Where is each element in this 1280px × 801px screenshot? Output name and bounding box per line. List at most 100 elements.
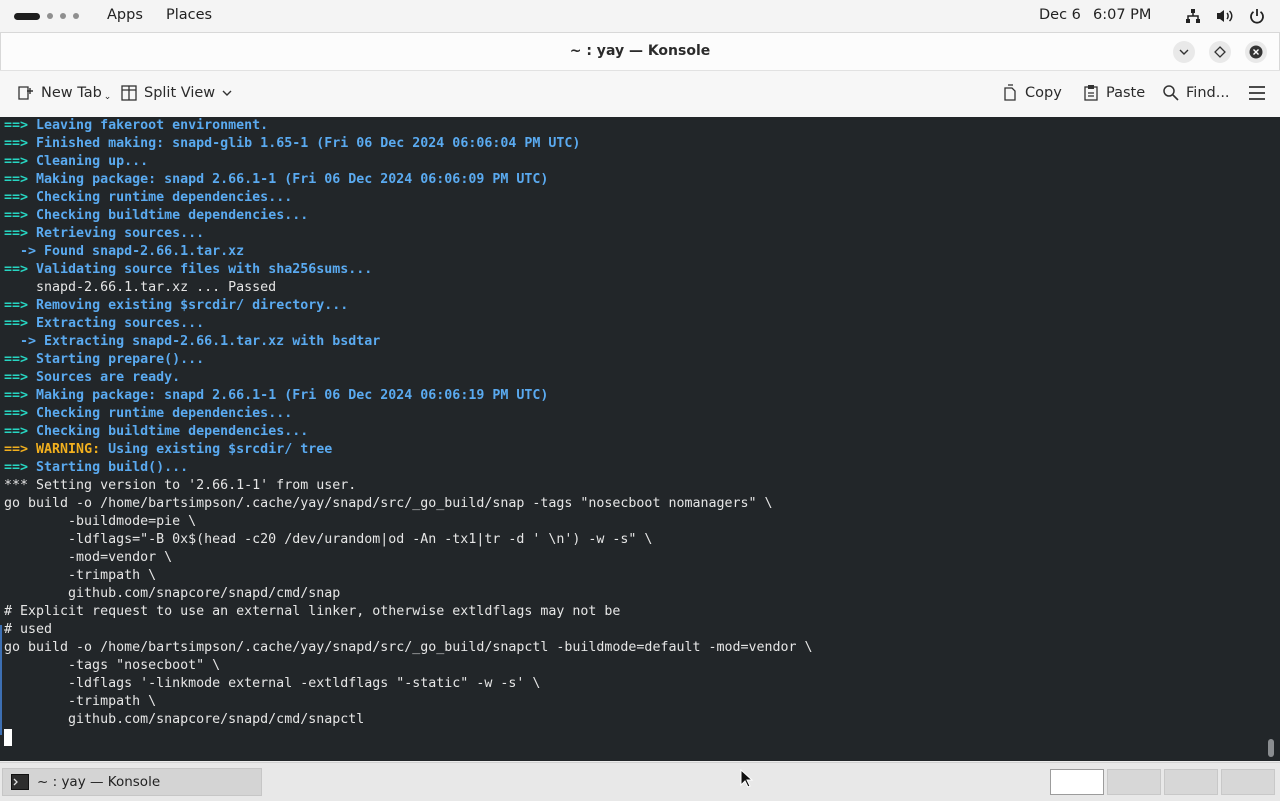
terminal-line: ==> Making package: snapd 2.66.1-1 (Fri … <box>4 171 1280 189</box>
text-cursor <box>4 729 12 746</box>
line-prefix: ==> <box>4 262 37 277</box>
copy-button[interactable]: Copy <box>1001 84 1062 102</box>
copy-label: Copy <box>1025 85 1062 101</box>
terminal-line: -ldflags '-linkmode external -extldflags… <box>4 675 1280 693</box>
terminal-line: ==> Retrieving sources... <box>4 225 1280 243</box>
line-text: Sources are ready. <box>36 370 181 385</box>
terminal-line: -buildmode=pie \ <box>4 513 1280 531</box>
terminal-view[interactable]: ==> Leaving fakeroot environment. ==> Fin… <box>0 117 1280 761</box>
line-prefix: ==> <box>4 406 37 421</box>
hamburger-menu-button[interactable] <box>1248 85 1266 101</box>
line-text: -trimpath \ <box>4 568 157 583</box>
workspace-dot-icon <box>47 13 53 19</box>
terminal-line: ==> Finished making: snapd-glib 1.65-1 (… <box>4 135 1280 153</box>
split-view-button[interactable]: Split View <box>120 84 233 102</box>
activities-indicator[interactable] <box>14 10 79 22</box>
line-prefix: ==> <box>4 154 37 169</box>
terminal-icon <box>11 774 29 790</box>
line-text: Using existing $srcdir/ tree <box>100 442 333 457</box>
line-text: -buildmode=pie \ <box>4 514 197 529</box>
line-prefix: ==> <box>4 442 37 457</box>
line-text: # used <box>4 622 53 637</box>
find-label: Find... <box>1186 85 1230 101</box>
line-text: github.com/snapcore/snapd/cmd/snapctl <box>4 712 365 727</box>
terminal-line: ==> Checking buildtime dependencies... <box>4 207 1280 225</box>
line-text: Finished making: snapd-glib 1.65-1 (Fri … <box>36 136 581 151</box>
paste-button[interactable]: Paste <box>1082 84 1145 102</box>
terminal-line: ==> WARNING: Using existing $srcdir/ tre… <box>4 441 1280 459</box>
workspace-2[interactable] <box>1107 769 1161 795</box>
new-tab-icon <box>18 86 33 100</box>
volume-icon[interactable] <box>1216 7 1234 25</box>
hamburger-menu-icon <box>1249 86 1265 100</box>
terminal-line: -ldflags="-B 0x$(head -c20 /dev/urandom|… <box>4 531 1280 549</box>
bottom-taskbar: ~ : yay — Konsole <box>0 762 1280 801</box>
line-text: Checking buildtime dependencies... <box>36 424 309 439</box>
terminal-line: -trimpath \ <box>4 567 1280 585</box>
workspace-pill-icon <box>14 12 40 20</box>
terminal-line: ==> Starting prepare()... <box>4 351 1280 369</box>
terminal-line: ==> Leaving fakeroot environment. <box>4 117 1280 135</box>
line-prefix: ==> <box>4 460 37 475</box>
line-text: -mod=vendor \ <box>4 550 173 565</box>
taskbar-konsole-task[interactable]: ~ : yay — Konsole <box>2 768 262 796</box>
line-text: Making package: snapd 2.66.1-1 (Fri 06 D… <box>36 388 549 403</box>
terminal-line: # Explicit request to use an external li… <box>4 603 1280 621</box>
mouse-pointer-icon <box>740 769 754 788</box>
line-prefix: ==> <box>4 172 37 187</box>
terminal-line: github.com/snapcore/snapd/cmd/snap <box>4 585 1280 603</box>
terminal-line: ==> Checking runtime dependencies... <box>4 405 1280 423</box>
power-icon[interactable] <box>1248 7 1266 25</box>
terminal-output[interactable]: ==> Leaving fakeroot environment. ==> Fin… <box>0 117 1280 747</box>
line-prefix: ==> <box>4 388 37 403</box>
line-prefix: ==> <box>4 316 37 331</box>
minimize-button[interactable] <box>1173 41 1195 63</box>
copy-icon <box>1004 84 1016 101</box>
paste-icon <box>1084 85 1098 101</box>
line-text: go build -o /home/bartsimpson/.cache/yay… <box>4 496 773 511</box>
terminal-line: ==> Checking runtime dependencies... <box>4 189 1280 207</box>
line-text: Starting prepare()... <box>36 352 205 367</box>
close-icon <box>1249 45 1263 59</box>
window-titlebar[interactable]: ~ : yay — Konsole <box>0 32 1280 71</box>
terminal-line: ==> Checking buildtime dependencies... <box>4 423 1280 441</box>
clock-time[interactable]: 6:07 PM <box>1093 7 1151 23</box>
close-button[interactable] <box>1245 41 1267 63</box>
line-text: Removing existing $srcdir/ directory... <box>36 298 349 313</box>
clock-date[interactable]: Dec 6 <box>1039 7 1081 23</box>
places-menu[interactable]: Places <box>166 7 212 23</box>
line-text: snapd-2.66.1.tar.xz ... Passed <box>4 280 277 295</box>
chevron-down-icon: ⌄ <box>103 92 112 102</box>
selection-marker <box>0 625 2 735</box>
workspace-dot-icon <box>60 13 66 19</box>
line-text: go build -o /home/bartsimpson/.cache/yay… <box>4 640 813 655</box>
terminal-line: ==> Sources are ready. <box>4 369 1280 387</box>
system-tray[interactable] <box>1184 7 1266 25</box>
terminal-line: ==> Starting build()... <box>4 459 1280 477</box>
terminal-scrollbar[interactable] <box>1268 739 1274 757</box>
chevron-down-icon <box>222 90 232 96</box>
terminal-line: *** Setting version to '2.66.1-1' from u… <box>4 477 1280 495</box>
terminal-line: snapd-2.66.1.tar.xz ... Passed <box>4 279 1280 297</box>
line-text: -tags "nosecboot" \ <box>4 658 221 673</box>
find-button[interactable]: Find... <box>1162 84 1230 102</box>
line-text: -ldflags '-linkmode external -extldflags… <box>4 676 541 691</box>
line-text: github.com/snapcore/snapd/cmd/snap <box>4 586 341 601</box>
maximize-button[interactable] <box>1209 41 1231 63</box>
network-icon[interactable] <box>1184 7 1202 25</box>
apps-menu[interactable]: Apps <box>107 7 143 23</box>
window-title: ~ : yay — Konsole <box>569 43 711 59</box>
line-prefix: ==> <box>4 298 37 313</box>
line-text: Leaving fakeroot environment. <box>36 118 269 133</box>
workspace-dot-icon <box>73 13 79 19</box>
search-icon <box>1163 85 1179 101</box>
workspace-3[interactable] <box>1164 769 1218 795</box>
line-text: Starting build()... <box>36 460 189 475</box>
line-text: # Explicit request to use an external li… <box>4 604 621 619</box>
workspace-4[interactable] <box>1221 769 1275 795</box>
workspace-1[interactable] <box>1050 769 1104 795</box>
new-tab-button[interactable]: New Tab ⌄ <box>17 84 111 102</box>
line-text: -> Found snapd-2.66.1.tar.xz <box>4 244 245 259</box>
terminal-line: -tags "nosecboot" \ <box>4 657 1280 675</box>
line-text: Checking runtime dependencies... <box>36 406 293 421</box>
